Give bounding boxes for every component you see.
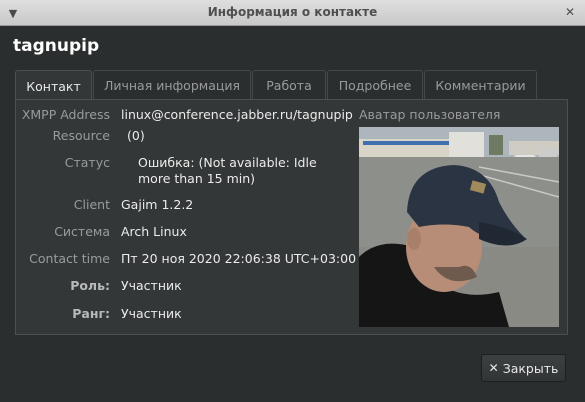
resource-label: Resource [52, 128, 110, 143]
window-title: Информация о контакте [207, 5, 378, 19]
role-label: Роль: [70, 278, 110, 293]
avatar-label: Аватар пользователя [359, 107, 501, 122]
close-button-label: Закрыть [502, 360, 559, 376]
xmpp-address-value[interactable]: linux@conference.jabber.ru/tagnupip [121, 107, 353, 122]
client-value: Gajim 1.2.2 [121, 197, 194, 212]
window-titlebar: ▼ Информация о контакте ✕ [0, 0, 585, 26]
window-close-icon[interactable]: ✕ [561, 3, 579, 21]
system-value: Arch Linux [121, 224, 187, 239]
status-label: Статус [64, 155, 110, 170]
status-value-line1: Ошибка: (Not available: Idle [138, 155, 317, 170]
status-value-line2: more than 15 min) [138, 171, 256, 186]
role-value: Участник [121, 278, 182, 293]
system-label: Система [54, 224, 110, 239]
close-icon: ✕ [488, 361, 499, 375]
tab-contact[interactable]: Контакт [15, 70, 92, 101]
tab-personal-info[interactable]: Личная информация [93, 70, 251, 99]
tab-comments[interactable]: Комментарии [424, 70, 537, 99]
resource-value: (0) [127, 128, 145, 143]
avatar [359, 127, 559, 327]
contact-time-label: Contact time [29, 251, 110, 266]
contact-time-value: Пт 20 ноя 2020 22:06:38 UTC+03:00 [121, 251, 357, 266]
close-button[interactable]: ✕ Закрыть [481, 354, 566, 382]
client-label: Client [73, 197, 110, 212]
affiliation-value: Участник [121, 306, 182, 321]
xmpp-address-label: XMPP Address [21, 107, 110, 122]
affiliation-label: Ранг: [72, 306, 110, 321]
tab-work[interactable]: Работа [252, 70, 326, 99]
contact-name: tagnupip [13, 36, 100, 56]
tab-details[interactable]: Подробнее [327, 70, 423, 99]
